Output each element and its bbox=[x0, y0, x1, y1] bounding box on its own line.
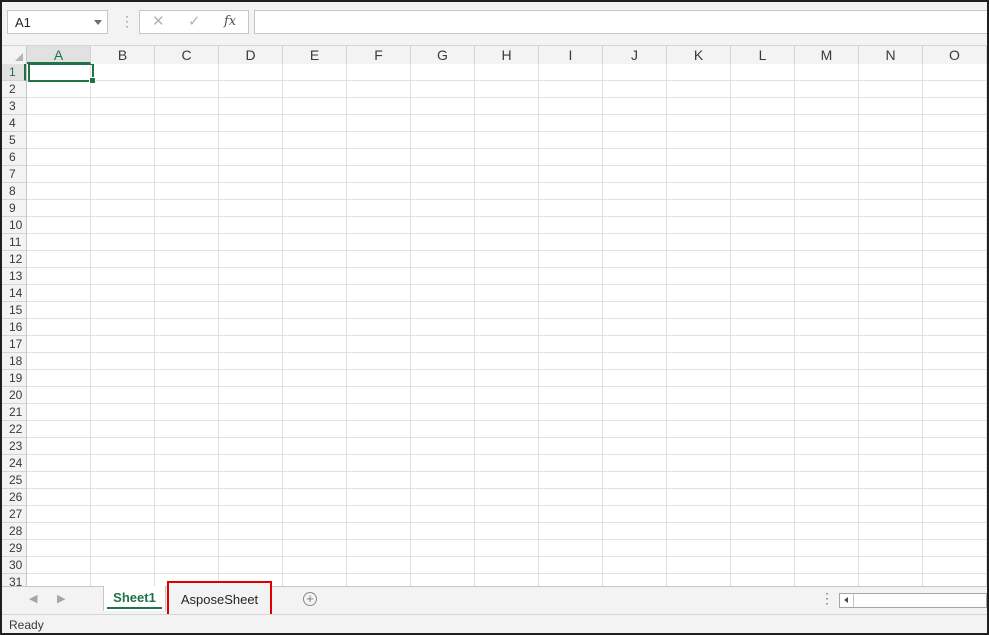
tab-sheet1-label: Sheet1 bbox=[113, 590, 156, 605]
row-header-14[interactable]: 14 bbox=[2, 285, 26, 302]
prev-sheet-icon[interactable]: ◀ bbox=[29, 592, 37, 605]
row-header-20[interactable]: 20 bbox=[2, 387, 26, 404]
tab-asposesheet-label: AsposeSheet bbox=[180, 592, 259, 607]
column-header-bar: ABCDEFGHIJKLMNO bbox=[2, 46, 987, 65]
row-header-31[interactable]: 31 bbox=[2, 574, 26, 586]
row-header-28[interactable]: 28 bbox=[2, 523, 26, 540]
row-header-21[interactable]: 21 bbox=[2, 404, 26, 421]
status-text: Ready bbox=[9, 618, 44, 632]
column-header-k[interactable]: K bbox=[667, 46, 731, 64]
row-header-9[interactable]: 9 bbox=[2, 200, 26, 217]
row-header-30[interactable]: 30 bbox=[2, 557, 26, 574]
tab-split-grip-icon[interactable]: ⋮ bbox=[820, 591, 834, 605]
column-header-j[interactable]: J bbox=[603, 46, 667, 64]
row-header-7[interactable]: 7 bbox=[2, 166, 26, 183]
cancel-icon[interactable]: ✕ bbox=[152, 13, 165, 31]
row-header-6[interactable]: 6 bbox=[2, 149, 26, 166]
status-bar: Ready bbox=[2, 614, 987, 633]
row-header-29[interactable]: 29 bbox=[2, 540, 26, 557]
active-cell-selection[interactable] bbox=[28, 64, 96, 84]
column-header-l[interactable]: L bbox=[731, 46, 795, 64]
row-header-13[interactable]: 13 bbox=[2, 268, 26, 285]
row-header-16[interactable]: 16 bbox=[2, 319, 26, 336]
add-sheet-icon[interactable]: + bbox=[303, 592, 317, 606]
column-header-i[interactable]: I bbox=[539, 46, 603, 64]
name-box-dropdown-icon[interactable] bbox=[94, 20, 102, 25]
row-header-19[interactable]: 19 bbox=[2, 370, 26, 387]
row-header-5[interactable]: 5 bbox=[2, 132, 26, 149]
excel-window: A1 ⋮ ✕ ✓ fx ABCDEFGHIJKLMNO 1 2 3 4 5 6 7 8 9 10 1… bbox=[0, 0, 989, 635]
column-header-f[interactable]: F bbox=[347, 46, 411, 64]
row-header-23[interactable]: 23 bbox=[2, 438, 26, 455]
formula-bar: A1 ⋮ ✕ ✓ fx bbox=[2, 2, 987, 46]
row-header-11[interactable]: 11 bbox=[2, 234, 26, 251]
column-header-n[interactable]: N bbox=[859, 46, 923, 64]
next-sheet-icon[interactable]: ▶ bbox=[57, 592, 65, 605]
row-header-10[interactable]: 10 bbox=[2, 217, 26, 234]
row-header-18[interactable]: 18 bbox=[2, 353, 26, 370]
column-header-e[interactable]: E bbox=[283, 46, 347, 64]
column-header-h[interactable]: H bbox=[475, 46, 539, 64]
formula-bar-buttons: ✕ ✓ fx bbox=[139, 10, 249, 34]
select-all-button[interactable] bbox=[2, 46, 27, 64]
active-tab-underline bbox=[107, 607, 162, 609]
column-header-o[interactable]: O bbox=[923, 46, 987, 64]
row-header-25[interactable]: 25 bbox=[2, 472, 26, 489]
row-header-8[interactable]: 8 bbox=[2, 183, 26, 200]
row-header-12[interactable]: 12 bbox=[2, 251, 26, 268]
row-header-26[interactable]: 26 bbox=[2, 489, 26, 506]
tab-sheet1[interactable]: Sheet1 bbox=[103, 586, 166, 611]
cell-grid[interactable] bbox=[27, 64, 987, 586]
row-header-1[interactable]: 1 bbox=[2, 64, 26, 81]
name-box-value: A1 bbox=[15, 15, 31, 30]
row-header-2[interactable]: 2 bbox=[2, 81, 26, 98]
select-all-icon bbox=[15, 53, 23, 61]
row-header-27[interactable]: 27 bbox=[2, 506, 26, 523]
formula-bar-grip-icon[interactable]: ⋮ bbox=[120, 14, 134, 28]
row-header-4[interactable]: 4 bbox=[2, 115, 26, 132]
sheet-tab-bar: ◀ ▶ Sheet1 AsposeSheet + ⋮ bbox=[2, 581, 987, 620]
column-header-a[interactable]: A bbox=[27, 46, 91, 64]
name-box[interactable]: A1 bbox=[7, 10, 108, 34]
column-header-g[interactable]: G bbox=[411, 46, 475, 64]
row-header-17[interactable]: 17 bbox=[2, 336, 26, 353]
formula-input[interactable] bbox=[254, 10, 987, 34]
row-header-15[interactable]: 15 bbox=[2, 302, 26, 319]
column-header-c[interactable]: C bbox=[155, 46, 219, 64]
column-header-b[interactable]: B bbox=[91, 46, 155, 64]
horizontal-scrollbar[interactable] bbox=[839, 593, 987, 608]
column-header-d[interactable]: D bbox=[219, 46, 283, 64]
row-header-3[interactable]: 3 bbox=[2, 98, 26, 115]
row-header-22[interactable]: 22 bbox=[2, 421, 26, 438]
insert-function-icon[interactable]: fx bbox=[224, 14, 236, 29]
row-header-24[interactable]: 24 bbox=[2, 455, 26, 472]
row-header-bar: 1 2 3 4 5 6 7 8 9 10 11 12 13 14 15 16 17 18 19 20 21 22 23 24 2… bbox=[2, 64, 27, 586]
enter-icon[interactable]: ✓ bbox=[188, 13, 201, 31]
fill-handle[interactable] bbox=[89, 77, 96, 84]
scroll-left-icon[interactable] bbox=[840, 594, 854, 607]
column-header-m[interactable]: M bbox=[795, 46, 859, 64]
